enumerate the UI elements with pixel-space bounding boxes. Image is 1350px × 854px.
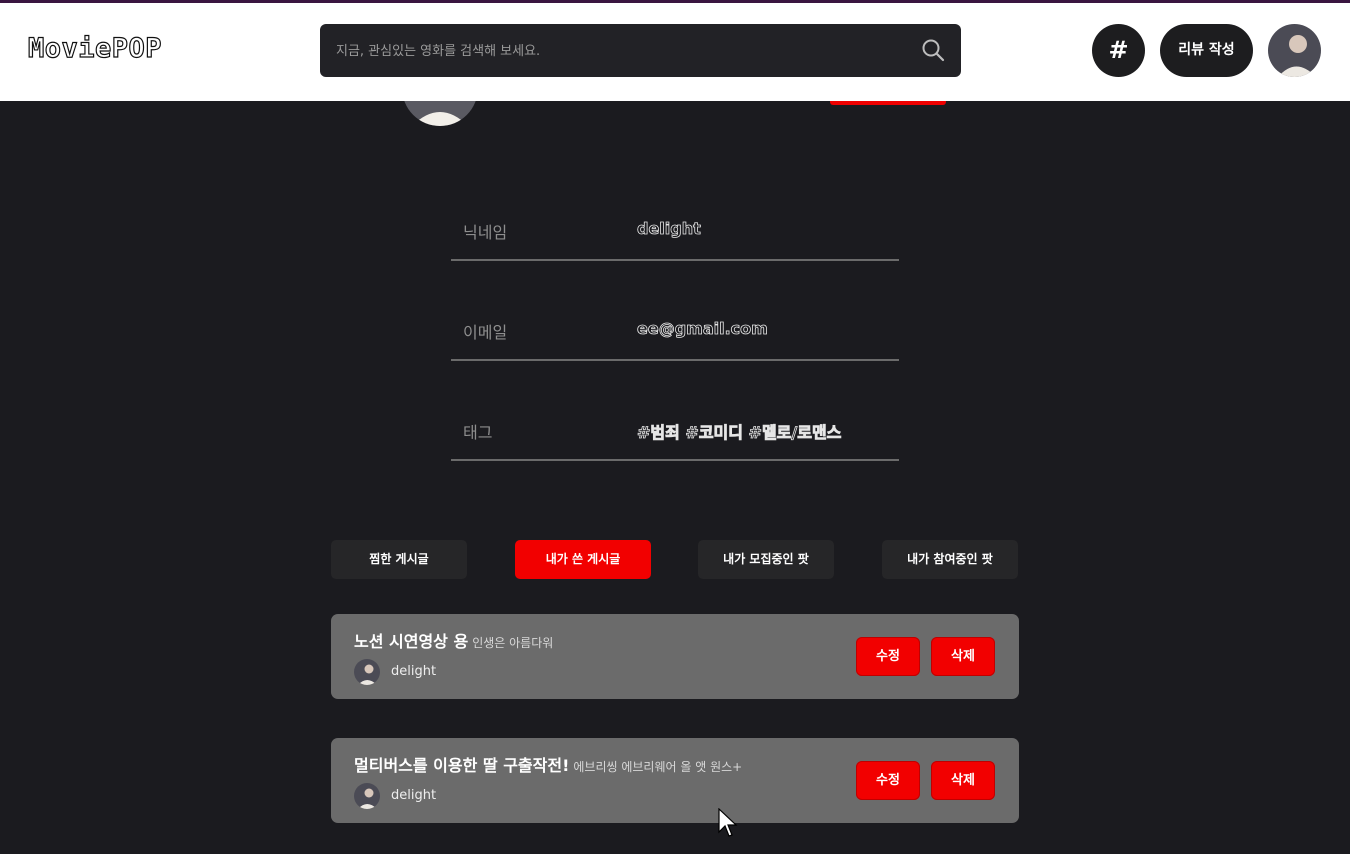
nickname-field: 닉네임 delight	[451, 199, 899, 261]
mouse-cursor-icon	[718, 808, 738, 837]
tag-field: 태그 #범죄 #코미디 #멜로/로맨스	[451, 399, 899, 461]
nickname-value: delight	[637, 219, 702, 239]
email-field: 이메일 ee@gmail.com	[451, 299, 899, 361]
post-movie: 인생은 아름다워	[472, 636, 554, 650]
post-title-row: 노션 시연영상 용 인생은 아름다워	[354, 628, 553, 652]
search-input[interactable]	[334, 24, 918, 79]
post-card[interactable]: 멀티버스를 이용한 딸 구출작전! 에브리씽 에브리웨어 올 앳 원스+ deli…	[331, 738, 1019, 823]
delete-button[interactable]: 삭제	[931, 761, 995, 800]
search-bar	[320, 24, 961, 79]
post-movie: 에브리씽 에브리웨어 올 앳 원스+	[573, 760, 743, 774]
author-name: delight	[391, 788, 437, 803]
delete-button[interactable]: 삭제	[931, 637, 995, 676]
tab-recruiting-parties[interactable]: 내가 모집중인 팟	[698, 540, 834, 579]
author-name: delight	[391, 664, 437, 679]
author-avatar	[354, 659, 380, 685]
post-card[interactable]: 노션 시연영상 용 인생은 아름다워 delight 수정 삭제	[331, 614, 1019, 699]
edit-button[interactable]: 수정	[856, 761, 920, 800]
post-title: 멀티버스를 이용한 딸 구출작전!	[354, 756, 570, 775]
post-title: 노션 시연영상 용	[354, 632, 469, 651]
tag-label: 태그	[463, 423, 493, 442]
tab-joined-parties[interactable]: 내가 참여중인 팟	[882, 540, 1018, 579]
edit-button[interactable]: 수정	[856, 637, 920, 676]
tag-button[interactable]: #	[1092, 24, 1145, 77]
author-avatar	[354, 783, 380, 809]
search-icon[interactable]	[921, 38, 945, 62]
nickname-label: 닉네임	[463, 223, 508, 242]
tab-liked-posts[interactable]: 찜한 게시글	[331, 540, 467, 579]
write-review-button[interactable]: 리뷰 작성	[1160, 24, 1253, 77]
email-label: 이메일	[463, 323, 508, 342]
logo[interactable]: MoviePOP	[27, 32, 162, 64]
user-avatar[interactable]	[1268, 24, 1321, 77]
tab-my-posts[interactable]: 내가 쓴 게시글	[515, 540, 651, 579]
post-title-row: 멀티버스를 이용한 딸 구출작전! 에브리씽 에브리웨어 올 앳 원스+	[354, 752, 742, 776]
tag-value: #범죄 #코미디 #멜로/로맨스	[637, 423, 842, 443]
top-header: MoviePOP # 리뷰 작성	[0, 3, 1350, 101]
email-value: ee@gmail.com	[637, 319, 769, 339]
